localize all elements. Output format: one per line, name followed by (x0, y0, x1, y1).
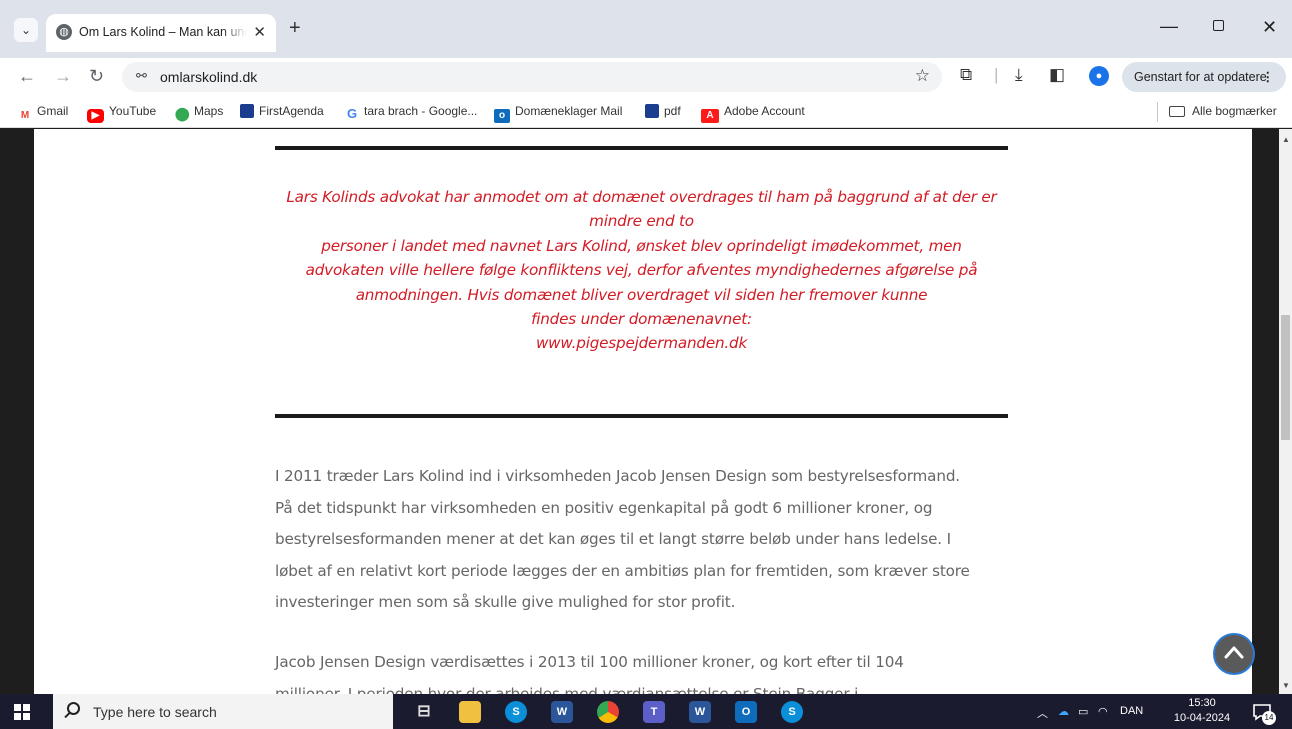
adobe-icon: A (701, 109, 719, 123)
active-tab[interactable]: ◍ Om Lars Kolind – Man kan undr ✕ (46, 14, 276, 52)
paragraph-2: Jacob Jensen Design værdisættes i 2013 t… (275, 647, 1010, 694)
reload-icon[interactable]: ↻ (89, 66, 104, 87)
windows-taskbar: Type here to search ⊟ S W T W O S ︿ ☁ ▭ … (0, 694, 1292, 729)
notice-line: personer i landet med navnet Lars Kolind… (321, 236, 962, 255)
extensions-icon[interactable]: ⧉ (960, 65, 972, 85)
word-2-icon[interactable]: W (689, 701, 711, 723)
taskbar-search-box[interactable]: Type here to search (53, 694, 393, 729)
teams-icon[interactable]: T (643, 701, 665, 723)
notice-line: findes under domænenavnet: (531, 310, 752, 329)
new-tab-button[interactable]: + (289, 17, 301, 40)
clock-time: 15:30 (1188, 697, 1216, 709)
paragraph-line: Jacob Jensen Design værdisættes i 2013 t… (275, 653, 904, 671)
all-bookmarks[interactable]: Alle bogmærker (1169, 104, 1277, 118)
chrome-icon[interactable] (597, 701, 619, 723)
top-divider (275, 146, 1008, 150)
update-button[interactable]: Genstart for at opdatere ⋮ (1122, 62, 1286, 92)
paragraph-line: På det tidspunkt har virksomheden en pos… (275, 498, 933, 517)
onedrive-icon[interactable]: ☁ (1058, 705, 1069, 718)
side-panel-icon[interactable]: ◧ (1049, 65, 1065, 85)
browser-toolbar: ← → ↻ ⚯ omlarskolind.dk ☆ ⧉ | ⤓ ◧ ● Gens… (0, 58, 1292, 96)
paragraph-line: millioner. I perioden hvor der arbejdes … (275, 684, 859, 694)
firstagenda-icon (240, 104, 254, 118)
page-content: Lars Kolinds advokat har anmodet om at d… (34, 129, 1252, 694)
pdf-bookmark-icon (645, 104, 659, 118)
site-settings-icon[interactable]: ⚯ (136, 68, 147, 84)
search-placeholder: Type here to search (93, 704, 217, 720)
scroll-up-arrow-icon[interactable]: ▲ (1282, 135, 1290, 144)
language-indicator[interactable]: DAN (1120, 705, 1143, 717)
bookmark-tara-brach[interactable]: Gtara brach - Google... (345, 104, 477, 121)
search-icon (67, 702, 80, 715)
toolbar-divider: | (994, 65, 999, 84)
notice-line: Lars Kolinds advokat har anmodet om at d… (286, 188, 997, 206)
bookmarks-bar: M Gmail ▶ YouTube ⬤ Maps FirstAgenda Gtara … (0, 96, 1292, 128)
task-view-icon[interactable]: ⊟ (413, 701, 435, 723)
bookmark-youtube[interactable]: ▶ YouTube (87, 104, 156, 123)
notice-domain-link[interactable]: www.pigespejdermanden.dk (264, 331, 1019, 355)
taskbar-clock[interactable]: 15:30 10-04-2024 (1170, 696, 1234, 726)
bookmark-gmail[interactable]: M Gmail (18, 104, 68, 123)
bookmark-adobe[interactable]: A Adobe Account (701, 104, 805, 123)
minimize-button[interactable]: — (1160, 16, 1178, 37)
folder-icon (1169, 106, 1185, 117)
file-explorer-icon[interactable] (459, 701, 481, 723)
restore-button[interactable] (1213, 20, 1224, 31)
paragraph-1: I 2011 træder Lars Kolind ind i virksomh… (275, 461, 1010, 619)
chevron-up-icon (1224, 646, 1244, 659)
maps-pin-icon: ⬤ (175, 106, 190, 121)
paragraph-line: bestyrelsesformanden mener at det kan øg… (275, 530, 951, 549)
notification-badge: 14 (1262, 711, 1276, 725)
gmail-icon: M (18, 109, 32, 123)
notice-line: advokaten ville hellere følge konflikten… (305, 261, 978, 280)
url-text[interactable]: omlarskolind.dk (160, 69, 257, 85)
address-bar[interactable]: ⚯ omlarskolind.dk ☆ (122, 62, 942, 92)
close-tab-icon[interactable]: ✕ (253, 23, 266, 41)
back-to-top-button[interactable] (1213, 633, 1255, 675)
paragraph-line: I 2011 træder Lars Kolind ind i virksomh… (275, 467, 960, 485)
scroll-down-arrow-icon[interactable]: ▼ (1282, 681, 1290, 690)
outlook-icon: o (494, 109, 510, 123)
tab-strip: ⌄ ◍ Om Lars Kolind – Man kan undr ✕ + — … (0, 0, 1292, 60)
google-icon: G (346, 106, 358, 121)
outlook-taskbar-icon[interactable]: O (735, 701, 757, 723)
bottom-divider (275, 414, 1008, 418)
skype-icon[interactable]: S (781, 701, 803, 723)
forward-icon[interactable]: → (54, 66, 72, 87)
bookmark-pdf[interactable]: pdf (645, 104, 681, 118)
bookmark-star-icon[interactable]: ☆ (915, 66, 930, 86)
paragraph-line: løbet af en relativt kort periode lægges… (275, 561, 970, 580)
bookmark-maps[interactable]: ⬤ Maps (175, 104, 223, 121)
bookmark-domaeneklager[interactable]: o Domæneklager Mail (494, 104, 622, 123)
page-viewport: Lars Kolinds advokat har anmodet om at d… (0, 129, 1292, 694)
globe-icon: ◍ (56, 24, 72, 40)
notice-line: anmodningen. Hvis domænet bliver overdra… (355, 285, 928, 304)
notice-line: mindre end to (589, 212, 694, 231)
profile-avatar-icon[interactable]: ● (1089, 66, 1109, 86)
clock-date: 10-04-2024 (1173, 712, 1231, 724)
bookmarks-separator (1157, 102, 1158, 122)
tab-search-button[interactable]: ⌄ (14, 18, 38, 42)
scroll-thumb[interactable] (1281, 315, 1290, 440)
windows-start-icon[interactable] (14, 704, 30, 720)
back-icon[interactable]: ← (18, 66, 36, 87)
update-button-label: Genstart for at opdatere (1134, 70, 1267, 84)
page-scrollbar[interactable]: ▲ ▼ (1279, 129, 1292, 694)
more-menu-icon[interactable]: ⋮ (1262, 62, 1275, 92)
wifi-icon[interactable]: ◠ (1098, 705, 1108, 718)
youtube-icon: ▶ (87, 109, 104, 123)
bookmark-firstagenda[interactable]: FirstAgenda (240, 104, 324, 118)
tray-chevron-icon[interactable]: ︿ (1037, 705, 1048, 721)
skype-business-icon[interactable]: S (505, 701, 527, 723)
tab-title: Om Lars Kolind – Man kan undr (79, 25, 247, 39)
close-window-button[interactable]: ✕ (1262, 17, 1277, 38)
word-icon[interactable]: W (551, 701, 573, 723)
battery-icon[interactable]: ▭ (1078, 705, 1088, 718)
paragraph-line: investeringer men som så skulle give mul… (275, 593, 736, 612)
download-icon[interactable]: ⤓ (1015, 65, 1023, 85)
domain-notice: Lars Kolinds advokat har anmodet om at d… (264, 185, 1019, 356)
